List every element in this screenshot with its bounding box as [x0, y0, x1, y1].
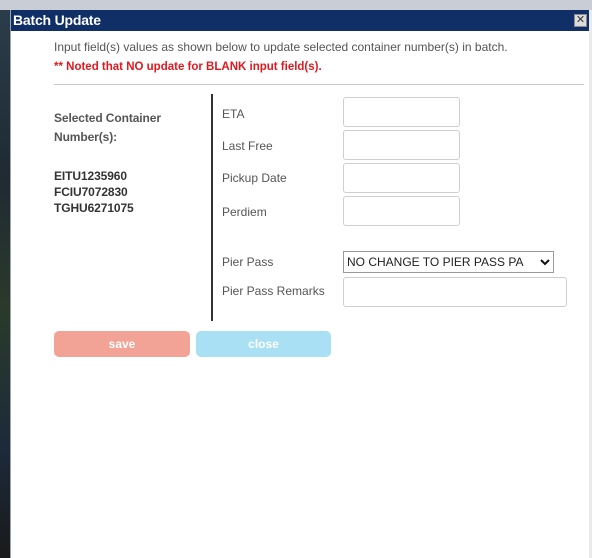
dialog-title: Batch Update	[13, 12, 101, 28]
instruction-text: Input field(s) values as shown below to …	[54, 40, 508, 54]
chevron-down-icon	[540, 259, 550, 266]
save-button[interactable]: save	[54, 331, 190, 357]
pier-pass-select[interactable]: NO CHANGE TO PIER PASS PA	[343, 251, 554, 273]
container-number: TGHU6271075	[54, 201, 134, 215]
selected-containers-list: EITU1235960 FCIU7072830 TGHU6271075	[54, 168, 204, 216]
eta-input[interactable]	[343, 97, 460, 127]
close-button[interactable]: close	[196, 331, 331, 357]
last-free-input[interactable]	[343, 130, 460, 160]
pier-pass-remarks-input[interactable]	[343, 277, 567, 307]
pickup-date-label: Pickup Date	[222, 171, 287, 185]
batch-update-dialog: Batch Update ✕ Input field(s) values as …	[10, 10, 589, 558]
background-page-strip	[0, 0, 592, 10]
pickup-date-input[interactable]	[343, 163, 460, 193]
blank-field-note: ** Noted that NO update for BLANK input …	[54, 61, 322, 73]
perdiem-input[interactable]	[343, 196, 460, 226]
divider	[54, 84, 584, 85]
pier-pass-remarks-label: Pier Pass Remarks	[222, 284, 325, 298]
eta-label: ETA	[222, 107, 245, 121]
pier-pass-selected-value: NO CHANGE TO PIER PASS PA	[347, 255, 524, 269]
container-number: FCIU7072830	[54, 185, 128, 199]
pier-pass-label: Pier Pass	[222, 255, 274, 269]
column-divider	[211, 94, 213, 321]
background-page-edge	[0, 10, 10, 558]
perdiem-label: Perdiem	[222, 205, 267, 219]
selected-containers-label: Selected Container Number(s):	[54, 111, 161, 144]
container-number: EITU1235960	[54, 169, 127, 183]
last-free-label: Last Free	[222, 139, 273, 153]
dialog-titlebar[interactable]: Batch Update ✕	[11, 10, 589, 31]
close-icon[interactable]: ✕	[574, 14, 587, 27]
